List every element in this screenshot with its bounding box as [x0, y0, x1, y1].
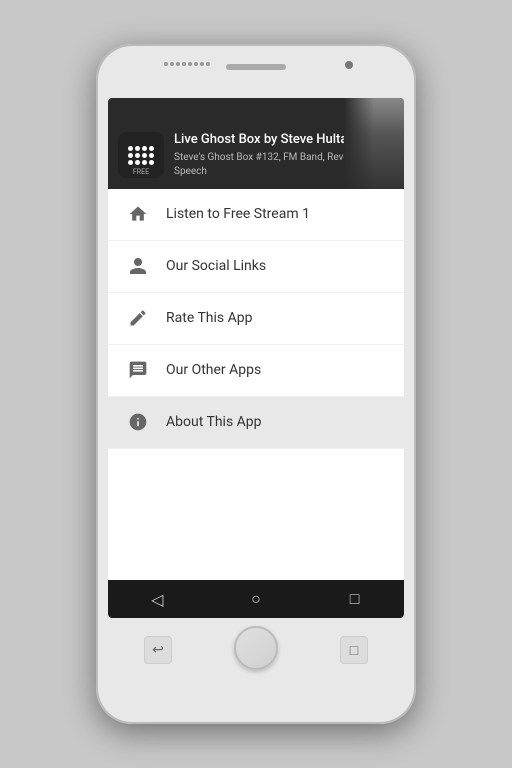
phone-frame: ⋮ ⇧ [96, 44, 416, 724]
app-icon-label: FREE [133, 168, 149, 176]
menu-label-about: About This App [166, 414, 262, 430]
menu-label-listen: Listen to Free Stream 1 [166, 206, 310, 222]
top-bezel [104, 54, 408, 98]
menu-label-rate: Rate This App [166, 310, 252, 326]
physical-recent-button[interactable]: □ [340, 636, 368, 664]
speaker [226, 64, 286, 70]
front-camera [345, 61, 353, 69]
menu-item-social[interactable]: Our Social Links [108, 241, 404, 293]
home-icon [124, 200, 152, 228]
menu-item-listen[interactable]: Listen to Free Stream 1 [108, 189, 404, 241]
nav-bar: ◁ ○ □ [108, 580, 404, 618]
menu-list: Listen to Free Stream 1 Our Social Links… [108, 189, 404, 580]
info-icon [124, 408, 152, 436]
rate-icon [124, 304, 152, 332]
physical-back-button[interactable]: ↩ [144, 636, 172, 664]
nav-home-button[interactable]: ○ [244, 587, 268, 611]
nav-recent-button[interactable]: □ [343, 587, 367, 611]
person-icon [124, 252, 152, 280]
top-dots [164, 62, 210, 66]
app-header: ⋮ ⇧ [108, 98, 404, 189]
screen: ⋮ ⇧ [108, 98, 404, 618]
chat-icon [124, 356, 152, 384]
menu-item-rate[interactable]: Rate This App [108, 293, 404, 345]
header-thumbnail [344, 98, 404, 189]
app-icon: FREE [118, 132, 164, 178]
menu-label-social: Our Social Links [166, 258, 266, 274]
menu-label-other: Our Other Apps [166, 362, 261, 378]
physical-home-button[interactable] [234, 626, 278, 670]
bottom-bezel: ↩ □ [104, 618, 408, 678]
menu-item-other[interactable]: Our Other Apps [108, 345, 404, 397]
nav-back-button[interactable]: ◁ [145, 587, 169, 611]
menu-item-about[interactable]: About This App [108, 397, 404, 449]
